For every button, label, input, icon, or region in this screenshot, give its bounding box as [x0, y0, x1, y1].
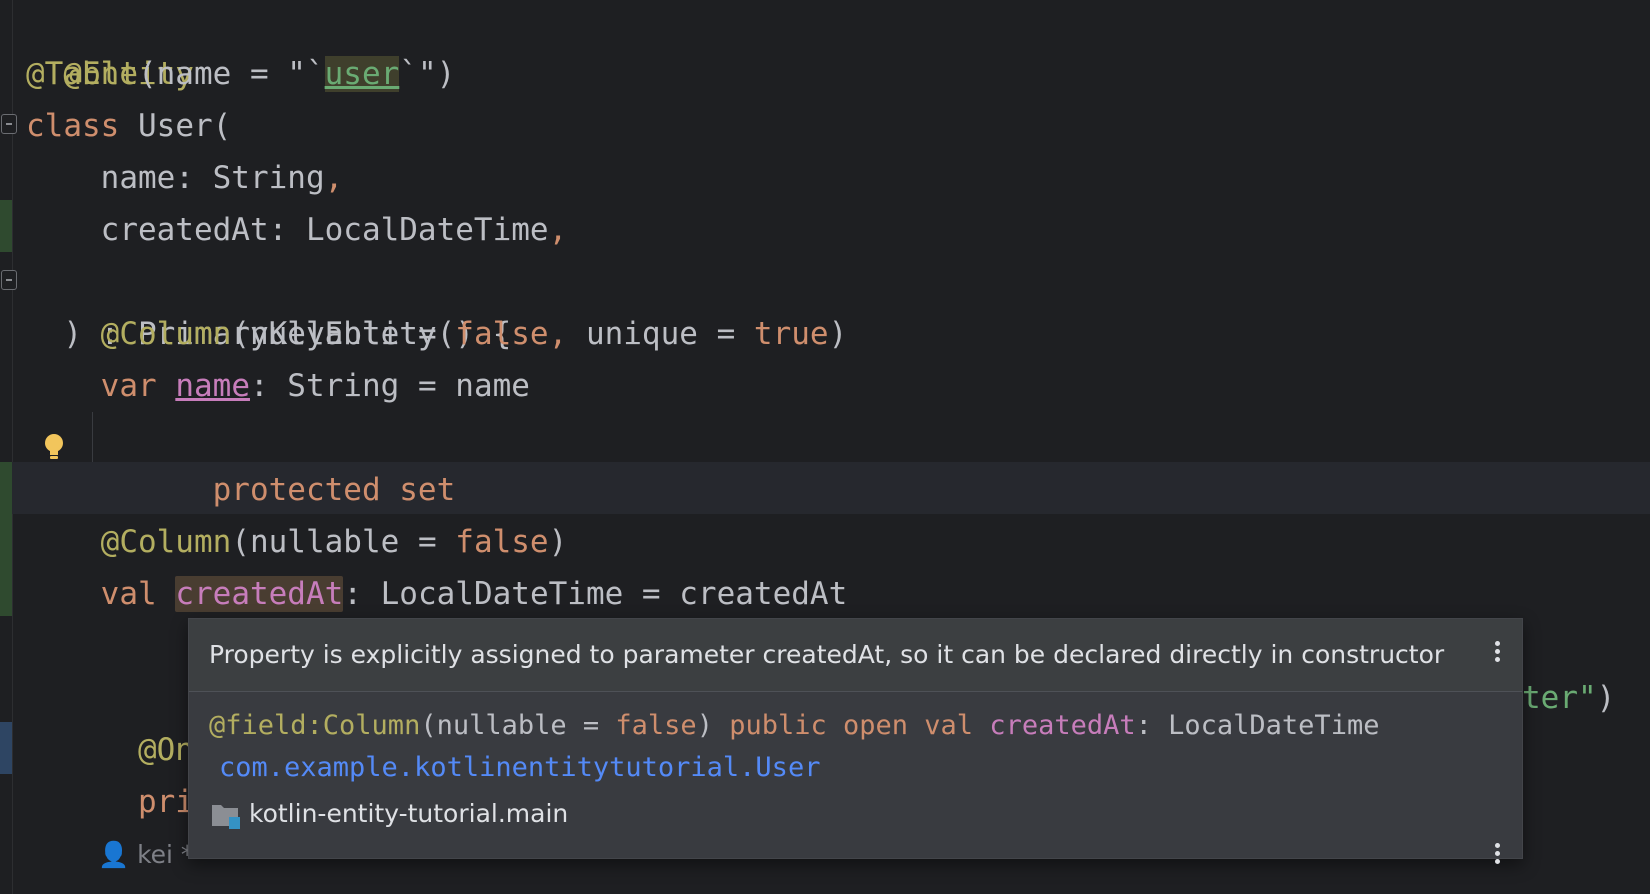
code-token: name: String	[26, 160, 325, 196]
code-token: false	[455, 524, 549, 560]
code-token: )	[548, 524, 568, 560]
column-annotation: @Column	[26, 316, 232, 352]
gutter-separator	[12, 0, 13, 894]
author-inlay[interactable]: 👤 kei *	[98, 838, 193, 872]
code-line-1[interactable]: @Entity	[26, 0, 1650, 92]
class-keyword: class	[26, 108, 120, 144]
more-vertical-icon[interactable]	[1490, 840, 1504, 874]
code-line-9[interactable]: protected set	[26, 412, 1650, 508]
code-line-7[interactable]: @Column(nullable = false, unique = true)	[26, 308, 1650, 360]
class-link[interactable]: com.example.kotlinentitytutorial.User	[219, 748, 820, 788]
code-token: User(	[119, 108, 232, 144]
sig-token	[973, 710, 989, 741]
module-folder-icon	[212, 805, 240, 829]
code-line-6[interactable]: ) : PrimaryKeyEntity() {	[26, 256, 1650, 352]
fold-marker-icon[interactable]	[1, 114, 17, 134]
code-token: unique =	[567, 316, 754, 352]
vcs-added-marker[interactable]	[0, 462, 12, 616]
code-token: ,	[548, 316, 568, 352]
val-keyword: val	[26, 576, 157, 612]
code-token: (nullable =	[231, 316, 456, 352]
sig-property: createdAt	[989, 710, 1136, 741]
code-token: ,	[324, 160, 344, 196]
code-token: : String = name	[249, 368, 530, 404]
more-vertical-icon[interactable]	[1490, 638, 1504, 672]
sig-token: (nullable =	[420, 710, 616, 741]
var-keyword: var	[26, 368, 157, 404]
inspection-popup[interactable]: Property is explicitly assigned to param…	[188, 618, 1523, 864]
code-line-8[interactable]: var name: String = name	[26, 360, 1650, 412]
code-token: `")	[399, 56, 456, 92]
code-line-5[interactable]: createdAt: LocalDateTime,	[26, 204, 1650, 256]
code-token: ,	[548, 212, 568, 248]
sig-token: : LocalDateTime	[1135, 710, 1380, 741]
sig-token: )	[696, 710, 730, 741]
fold-marker-icon[interactable]	[1, 270, 17, 290]
column-annotation: @Column	[26, 524, 232, 560]
code-token: (name = "`	[137, 56, 325, 92]
code-token: )	[828, 316, 848, 352]
protected-set: protected set	[63, 472, 456, 508]
vcs-changed-marker[interactable]	[0, 200, 12, 252]
code-line-4[interactable]: name: String,	[26, 152, 1650, 204]
popup-header: Property is explicitly assigned to param…	[189, 619, 1522, 692]
table-name-string: user	[324, 56, 400, 92]
code-line-2[interactable]: @Table(name = "`user`")	[26, 48, 1650, 100]
popup-documentation: @field:Column(nullable = false) public o…	[189, 692, 1522, 864]
code-token: : LocalDateTime = createdAt	[343, 576, 848, 612]
table-annotation: @Table	[26, 56, 138, 92]
createdat-property[interactable]: createdAt	[175, 576, 344, 612]
sig-annotation: @field:Column	[209, 710, 421, 741]
name-property: name	[175, 368, 250, 404]
vcs-modified-marker[interactable]	[0, 722, 12, 774]
code-line-12[interactable]: val createdAt: LocalDateTime = createdAt	[26, 568, 1650, 620]
module-label: kotlin-entity-tutorial.main	[249, 799, 569, 828]
property-signature: @field:Column(nullable = false) public o…	[209, 706, 1379, 746]
code-token: false	[455, 316, 549, 352]
inspection-message: Property is explicitly assigned to param…	[209, 640, 1445, 669]
code-line-11[interactable]: @Column(nullable = false)	[26, 516, 1650, 568]
sig-modifiers: public open val	[729, 710, 974, 741]
code-token: true	[753, 316, 829, 352]
code-line-3[interactable]: class User(	[26, 100, 1650, 152]
sig-token: false	[615, 710, 697, 741]
code-token: createdAt: LocalDateTime	[26, 212, 549, 248]
code-token: (nullable =	[231, 524, 456, 560]
code-token: ter")	[1522, 680, 1616, 716]
